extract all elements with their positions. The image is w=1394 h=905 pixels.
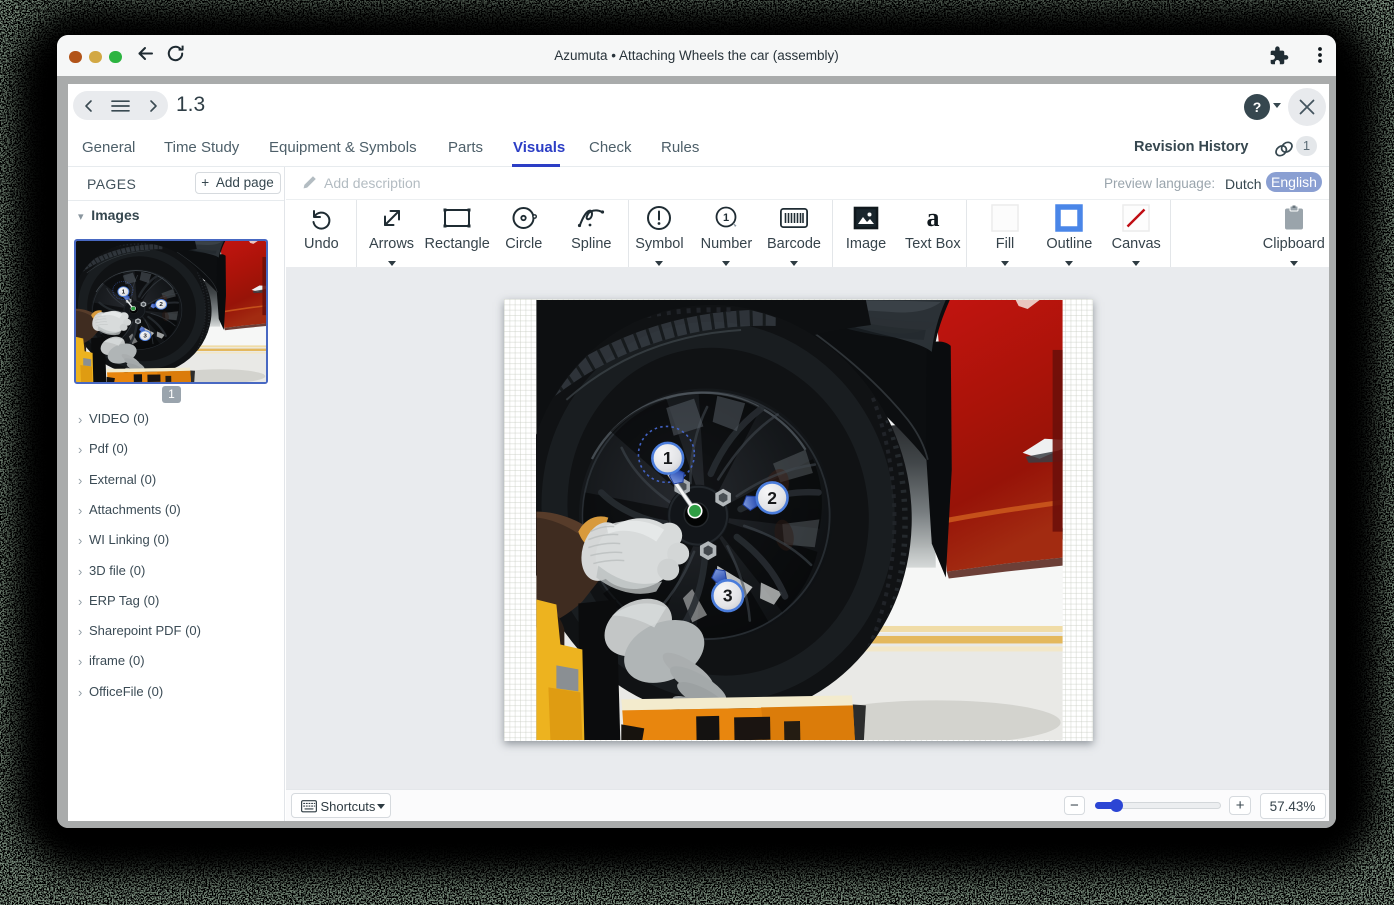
svg-text:a: a — [926, 205, 939, 231]
svg-text:1: 1 — [723, 212, 729, 224]
